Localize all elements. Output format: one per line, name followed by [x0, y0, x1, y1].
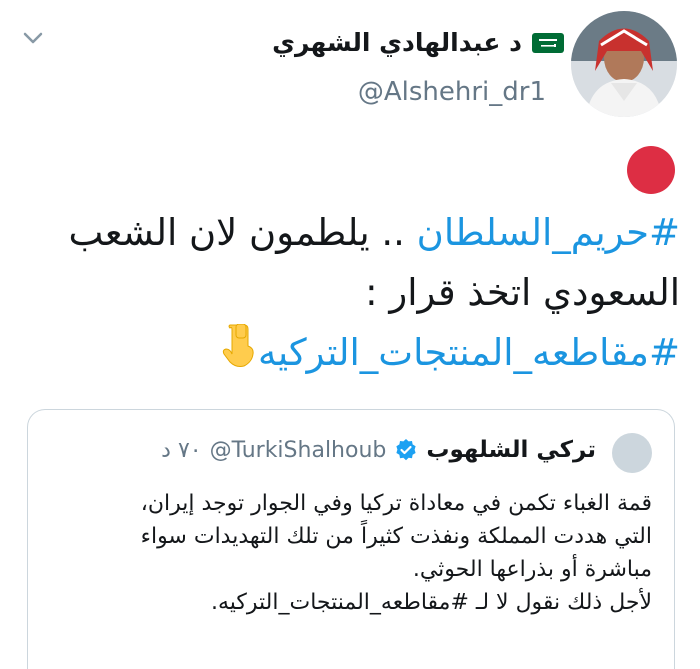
quoted-avatar[interactable] [612, 433, 652, 473]
quoted-line: مباشرة أو بذراعها الحوثي. [412, 557, 652, 582]
quoted-line: لأجل ذلك نقول لا لـ #مقاطعه_المنتجات_الت… [211, 590, 652, 615]
tweet-line-3: #مقاطعه_المنتجات_التركيه [40, 323, 680, 386]
author-handle[interactable]: @Alshehri_dr1 [358, 77, 546, 107]
quoted-line: التي هددت المملكة ونفذت كثيراً من تلك ال… [140, 524, 652, 549]
quoted-timestamp: ٧٠ د [161, 437, 202, 463]
quoted-body: قمة الغباء تكمن في معاداة تركيا وفي الجو… [52, 487, 652, 619]
author-name[interactable]: د عبدالهادي الشهري [272, 28, 522, 57]
quoted-handle[interactable]: @TurkiShalhoub [210, 438, 387, 463]
author-name-row[interactable]: د عبدالهادي الشهري [272, 28, 564, 57]
quoted-line: قمة الغباء تكمن في معاداة تركيا وفي الجو… [140, 491, 652, 516]
hashtag-link[interactable]: #مقاطعه_المنتجات_التركيه [258, 331, 680, 374]
tweet-line-2: السعودي اتخذ قرار : [365, 271, 680, 314]
red-circle-emoji [627, 146, 675, 194]
tweet-line-1: #حريم_السلطان .. يلطمون لان الشعب [40, 203, 681, 263]
avatar[interactable] [571, 11, 677, 117]
tweet-text: .. يلطمون لان الشعب [68, 211, 417, 254]
quoted-tweet[interactable]: تركي الشلهوب @TurkiShalhoub ٧٠ د قمة الغ… [27, 409, 675, 669]
chevron-down-icon[interactable] [22, 30, 44, 46]
hashtag-link[interactable]: #حريم_السلطان [417, 211, 680, 254]
quoted-header: تركي الشلهوب @TurkiShalhoub ٧٠ د [161, 437, 596, 463]
quoted-author-name[interactable]: تركي الشلهوب [426, 437, 596, 463]
verified-badge-icon [396, 439, 416, 461]
saudi-flag-icon [532, 32, 564, 53]
tweet-body: #حريم_السلطان .. يلطمون لان الشعب السعود… [40, 203, 681, 386]
pointing-down-emoji [218, 323, 258, 386]
